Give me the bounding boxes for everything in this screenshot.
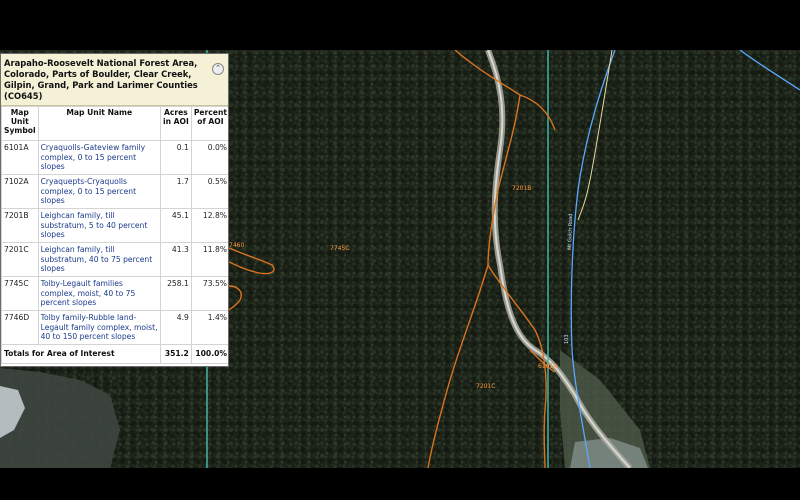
- totals-acres: 351.2: [159, 344, 192, 364]
- chevron-up-icon[interactable]: ⌃: [212, 63, 224, 75]
- row-acres: 1.7: [159, 174, 192, 209]
- unit-label-7745c: 7745C: [330, 245, 349, 252]
- col-header-acres: Acres in AOI: [159, 106, 192, 141]
- row-percent: 0.0%: [190, 140, 228, 175]
- table-row: 7102A Cryaquepts-Cryaquolls complex, 0 t…: [1, 174, 228, 209]
- col-header-name: Map Unit Name: [37, 106, 161, 141]
- map-unit-link[interactable]: Leighcan family, till substratum, 5 to 4…: [37, 208, 161, 243]
- map-unit-link[interactable]: Leighcan family, till substratum, 40 to …: [37, 242, 161, 277]
- col-header-percent: Percent of AOI: [190, 106, 228, 141]
- row-symbol: 7746D: [1, 310, 39, 345]
- unit-label-7201b: 7201B: [512, 185, 531, 192]
- row-acres: 41.3: [159, 242, 192, 277]
- table-header-row: Map Unit Symbol Map Unit Name Acres in A…: [1, 106, 228, 141]
- table-row: 7201C Leighcan family, till substratum, …: [1, 242, 228, 277]
- totals-row: Totals for Area of Interest 351.2 100.0%: [1, 344, 228, 364]
- row-percent: 12.8%: [190, 208, 228, 243]
- panel-header: Arapaho-Roosevelt National Forest Area, …: [1, 54, 228, 106]
- map-unit-link[interactable]: Tolby family-Rubble land-Legault family …: [37, 310, 161, 345]
- table-row: 6101A Cryaquolls-Gateview family complex…: [1, 140, 228, 175]
- unit-label-6101a: 6101A: [538, 363, 558, 370]
- unit-label-7201c: 7201C: [476, 383, 495, 390]
- totals-percent: 100.0%: [190, 344, 228, 364]
- table-row: 7201B Leighcan family, till substratum, …: [1, 208, 228, 243]
- col-header-symbol: Map Unit Symbol: [1, 106, 39, 141]
- road-label-number: 103: [564, 334, 570, 344]
- row-percent: 0.5%: [190, 174, 228, 209]
- row-symbol: 7201C: [1, 242, 39, 277]
- row-symbol: 6101A: [1, 140, 39, 175]
- table-row: 7745C Tolby-Legault families complex, mo…: [1, 276, 228, 311]
- row-acres: 258.1: [159, 276, 192, 311]
- map-unit-legend-panel: Arapaho-Roosevelt National Forest Area, …: [0, 53, 229, 367]
- row-percent: 11.8%: [190, 242, 228, 277]
- row-symbol: 7745C: [1, 276, 39, 311]
- row-acres: 4.9: [159, 310, 192, 345]
- totals-label: Totals for Area of Interest: [1, 344, 161, 364]
- unit-label-7460: 7460: [229, 242, 244, 249]
- row-percent: 1.4%: [190, 310, 228, 345]
- map-unit-link[interactable]: Cryaquepts-Cryaquolls complex, 0 to 15 p…: [37, 174, 161, 209]
- road-label-name: Mt Gulch Road: [567, 214, 574, 251]
- row-acres: 45.1: [159, 208, 192, 243]
- map-unit-link[interactable]: Tolby-Legault families complex, moist, 4…: [37, 276, 161, 311]
- map-unit-link[interactable]: Cryaquolls-Gateview family complex, 0 to…: [37, 140, 161, 175]
- map-unit-table: Map Unit Symbol Map Unit Name Acres in A…: [1, 106, 228, 364]
- panel-title: Arapaho-Roosevelt National Forest Area, …: [4, 58, 198, 101]
- row-symbol: 7102A: [1, 174, 39, 209]
- table-row: 7746D Tolby family-Rubble land-Legault f…: [1, 310, 228, 345]
- row-symbol: 7201B: [1, 208, 39, 243]
- row-percent: 73.5%: [190, 276, 228, 311]
- row-acres: 0.1: [159, 140, 192, 175]
